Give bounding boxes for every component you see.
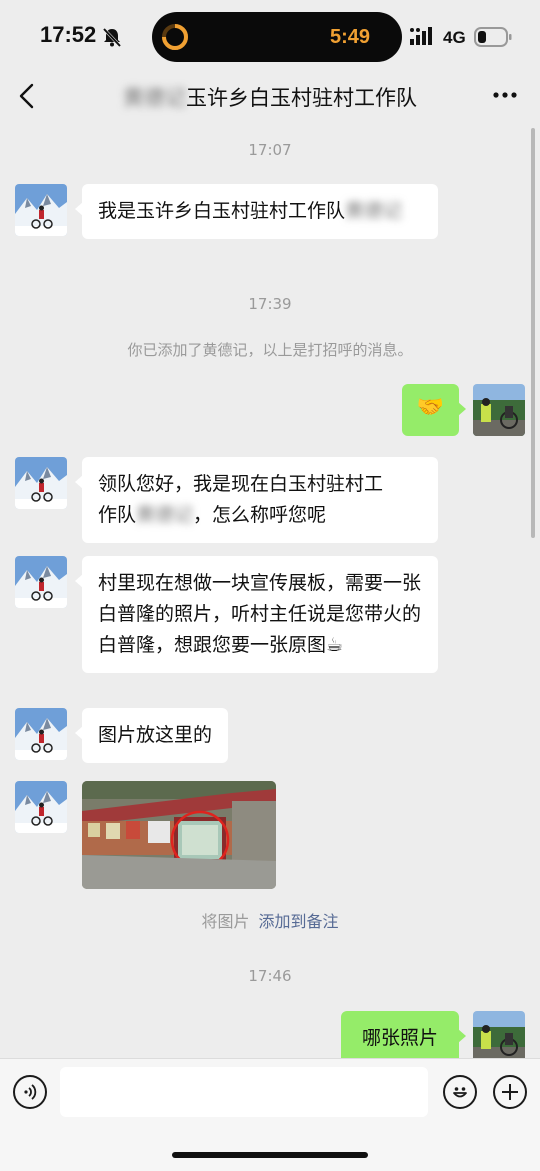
message-input[interactable] <box>60 1067 428 1117</box>
timer-text: 5:49 <box>330 26 371 48</box>
image-note: 将图片 添加到备注 <box>201 912 339 931</box>
emoji-button[interactable] <box>443 1075 477 1109</box>
plus-icon <box>502 1084 518 1100</box>
contact-avatar[interactable] <box>15 184 67 236</box>
self-avatar[interactable] <box>473 1011 525 1063</box>
more-functions-button[interactable] <box>493 1075 527 1109</box>
scrollbar[interactable] <box>531 128 535 538</box>
battery-icon <box>474 27 512 47</box>
self-avatar[interactable] <box>473 384 525 436</box>
smiley-icon <box>453 1087 467 1098</box>
more-options-icon[interactable] <box>492 90 518 100</box>
timestamp: 17:07 <box>248 141 292 159</box>
message-bubble[interactable]: 我是玉许乡白玉村驻村工作队黄德记 <box>75 184 438 239</box>
network-type: 4G <box>443 28 466 47</box>
contact-avatar[interactable] <box>15 708 67 760</box>
message-bubble[interactable]: 领队您好，我是现在白玉村驻村工 作队黄德记，怎么称呼您呢 <box>75 457 438 543</box>
status-time: 17:52 <box>40 22 97 47</box>
system-message: 你已添加了黄德记，以上是打招呼的消息。 <box>127 341 413 359</box>
home-indicator[interactable] <box>172 1152 368 1158</box>
chat-title: 黄德记玉许乡白玉村驻村工作队 <box>123 86 417 110</box>
image-message[interactable] <box>82 781 276 889</box>
message-bubble[interactable]: 图片放这里的 <box>75 708 229 763</box>
timestamp: 17:46 <box>248 967 292 985</box>
blurred-name: 黄德记 <box>136 504 194 526</box>
contact-avatar[interactable] <box>15 556 67 608</box>
timer-ring-icon <box>162 24 188 50</box>
add-to-note-link[interactable]: 添加到备注 <box>259 912 339 931</box>
message-bubble[interactable]: 村里现在想做一块宣传展板，需要一张白普隆的照片，听村主任说是您带火的白普隆，想跟… <box>75 556 438 673</box>
timestamp: 17:39 <box>248 295 292 313</box>
handshake-emoji: 🤝 <box>416 395 445 420</box>
blurred-name: 黄德记 <box>123 86 186 110</box>
voice-input-button[interactable] <box>13 1075 47 1109</box>
contact-avatar[interactable] <box>15 457 67 509</box>
signal-icon <box>410 27 432 45</box>
mute-bell-icon <box>102 27 122 48</box>
message-bubble-self[interactable]: 🤝 <box>402 384 466 436</box>
blurred-name: 黄德记 <box>345 200 403 222</box>
contact-avatar[interactable] <box>15 781 67 833</box>
voice-icon <box>24 1084 37 1100</box>
